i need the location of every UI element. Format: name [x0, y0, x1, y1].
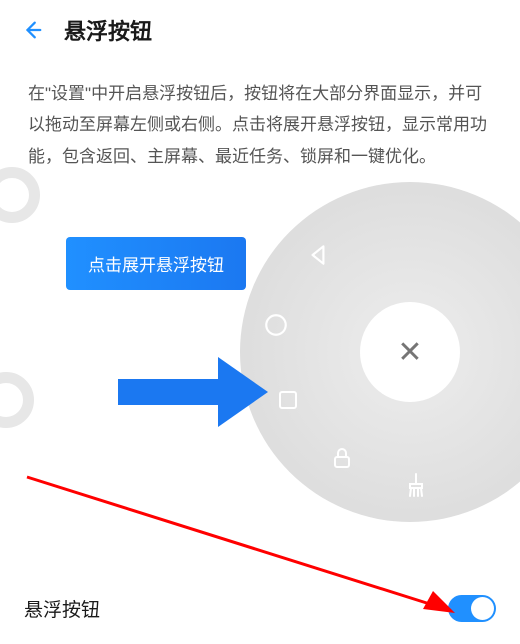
toggle-knob [471, 597, 494, 620]
page-title: 悬浮按钮 [64, 14, 152, 46]
illustration-area: 点击展开悬浮按钮 [0, 182, 520, 522]
floating-button-toggle[interactable] [448, 595, 496, 622]
instruction-bubble: 点击展开悬浮按钮 [66, 237, 246, 290]
back-triangle-icon [305, 242, 331, 268]
floating-button-expanded: ✕ [240, 182, 520, 522]
home-circle-icon [263, 312, 289, 338]
clean-brush-icon [403, 472, 429, 500]
back-button[interactable] [18, 16, 46, 44]
lock-icon [330, 445, 354, 471]
toggle-row: 悬浮按钮 [0, 577, 520, 644]
instruction-text: 点击展开悬浮按钮 [88, 256, 224, 275]
close-fan-button: ✕ [360, 302, 460, 402]
floating-button-collapsed-icon [0, 372, 34, 428]
close-icon: ✕ [397, 335, 422, 370]
feature-description: 在"设置"中开启悬浮按钮后，按钮将在大部分界面显示，并可以拖动至屏幕左侧或右侧。… [0, 60, 520, 182]
back-arrow-icon [21, 19, 43, 41]
toggle-label: 悬浮按钮 [24, 595, 100, 622]
expand-arrow-icon [118, 357, 268, 427]
recent-square-icon [276, 388, 300, 412]
